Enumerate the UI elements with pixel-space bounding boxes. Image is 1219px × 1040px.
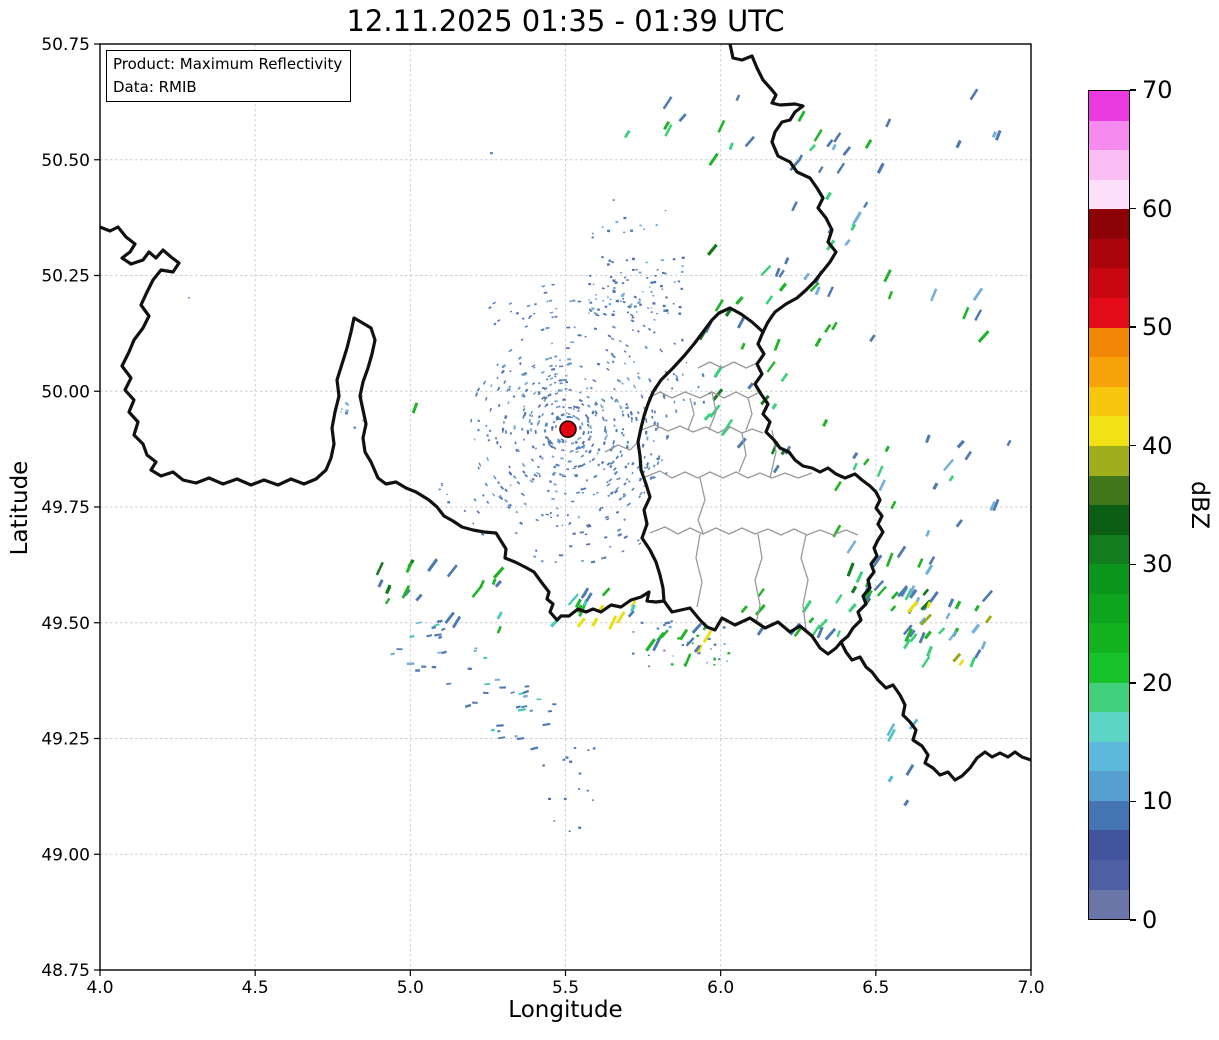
colorbar-segment: [1089, 800, 1129, 831]
colorbar-tick: [1130, 919, 1136, 921]
colorbar: [1088, 90, 1130, 920]
tick-labels: 4.0 4.5 5.0 5.5 6.0 6.5 7.0 50.75 50.50 50.25 50.0…: [41, 35, 1044, 998]
colorbar-segment: [1089, 652, 1129, 683]
colorbar-tick: [1130, 445, 1136, 447]
svg-text:7.0: 7.0: [1017, 978, 1044, 998]
data-source-line: Data: RMIB: [113, 77, 197, 96]
colorbar-tick-label: 30: [1142, 550, 1173, 579]
colorbar-segment: [1089, 475, 1129, 506]
admin-borders: [604, 361, 859, 631]
colorbar-segment: [1089, 741, 1129, 772]
colorbar-tick: [1130, 207, 1136, 210]
svg-text:50.75: 50.75: [41, 35, 90, 55]
colorbar-segment: [1089, 889, 1129, 920]
product-line: Product: Maximum Reflectivity: [113, 55, 343, 73]
colorbar-tick-label: 0: [1142, 906, 1158, 934]
colorbar-segment: [1089, 327, 1129, 358]
colorbar-segment: [1089, 238, 1129, 269]
colorbar-segment: [1089, 416, 1129, 446]
colorbar-segment: [1089, 386, 1129, 417]
svg-text:5.0: 5.0: [397, 978, 424, 998]
colorbar-segment: [1089, 682, 1129, 713]
map-svg: 4.0 4.5 5.0 5.5 6.0 6.5 7.0 50.75 50.50 50.25 50.0…: [41, 35, 1044, 998]
colorbar-tick: [1130, 89, 1136, 91]
colorbar-segment: [1089, 179, 1129, 210]
colorbar-tick-label: 50: [1142, 313, 1173, 342]
colorbar-segment: [1089, 712, 1129, 742]
colorbar-segment: [1089, 534, 1129, 565]
colorbar-tick: [1130, 682, 1136, 684]
colorbar-tick-label: 10: [1142, 787, 1173, 816]
svg-text:49.50: 49.50: [41, 614, 90, 634]
colorbar-segment: [1089, 91, 1129, 121]
svg-text:4.0: 4.0: [86, 978, 113, 998]
colorbar-segment: [1089, 445, 1129, 476]
y-axis-label: Latitude: [7, 460, 33, 556]
colorbar-tick: [1130, 563, 1136, 565]
colorbar-segment: [1089, 298, 1129, 328]
colorbar-label: dBZ: [1186, 480, 1214, 530]
svg-text:4.5: 4.5: [242, 978, 269, 998]
svg-text:5.5: 5.5: [552, 978, 579, 998]
radar-figure: 12.11.2025 01:35 - 01:39 UTC 4.0 4.5 5.0 5.…: [0, 0, 1219, 1040]
colorbar-segment: [1089, 209, 1129, 239]
x-axis-label: Longitude: [508, 997, 623, 1023]
svg-text:50.25: 50.25: [41, 267, 90, 287]
colorbar-tick-label: 40: [1142, 431, 1173, 460]
svg-text:49.00: 49.00: [41, 845, 90, 865]
colorbar-tick-label: 20: [1142, 668, 1173, 697]
product-info-box: Product: Maximum Reflectivity Data: RMIB: [106, 50, 352, 102]
colorbar-segment: [1089, 505, 1129, 535]
colorbar-segment: [1089, 564, 1129, 594]
colorbar-segment: [1089, 150, 1129, 180]
colorbar-tick-label: 60: [1142, 194, 1173, 223]
colorbar-tick: [1130, 326, 1136, 328]
svg-text:49.75: 49.75: [41, 498, 90, 518]
colorbar-tick: [1130, 800, 1136, 803]
colorbar-segment: [1089, 593, 1129, 624]
colorbar-segment: [1089, 860, 1129, 890]
colorbar-segment: [1089, 830, 1129, 861]
colorbar-segment: [1089, 268, 1129, 299]
svg-text:49.25: 49.25: [41, 730, 90, 750]
colorbar-segment: [1089, 623, 1129, 653]
svg-text:50.50: 50.50: [41, 151, 90, 171]
axis-ticks: [94, 43, 1032, 976]
svg-text:48.75: 48.75: [41, 961, 90, 981]
colorbar-tick-label: 70: [1142, 76, 1173, 104]
colorbar-segment: [1089, 771, 1129, 801]
svg-text:6.0: 6.0: [707, 978, 734, 998]
radar-echoes: [188, 88, 1012, 833]
radar-site-marker: [559, 420, 577, 439]
colorbar-segment: [1089, 120, 1129, 151]
colorbar-segment: [1089, 357, 1129, 387]
svg-text:50.00: 50.00: [41, 382, 90, 402]
svg-text:6.5: 6.5: [862, 978, 889, 998]
